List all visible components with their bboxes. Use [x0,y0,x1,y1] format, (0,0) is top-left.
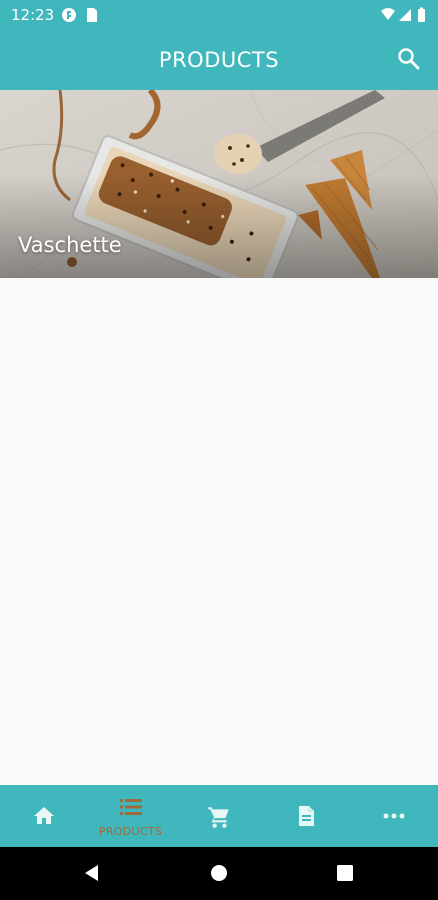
search-button[interactable] [394,44,424,74]
back-button[interactable] [82,863,102,887]
nav-products[interactable]: PRODUCTS [87,785,174,847]
app-bar: PRODUCTS [0,30,438,90]
sd-card-icon [87,8,97,22]
status-time: 12:23 [11,6,55,24]
cart-icon [207,807,229,828]
list-icon [119,799,142,815]
home-system-button[interactable] [210,864,228,886]
back-icon [85,865,98,881]
recents-icon [337,865,353,881]
nav-cart[interactable] [175,785,262,847]
nav-more[interactable] [350,785,437,847]
search-icon [398,48,420,70]
recents-button[interactable] [337,865,353,885]
battery-icon [418,9,425,22]
more-icon [383,813,404,819]
home-circle-icon [211,865,227,881]
notification-icons [62,7,106,23]
nav-home[interactable] [0,785,87,847]
app-notification-icon [62,8,76,22]
bottom-navigation: PRODUCTS [0,785,438,847]
document-icon [298,806,314,826]
system-navigation-bar [0,847,438,900]
system-status-icons [380,7,430,23]
status-bar: 12:23 [0,0,438,30]
signal-icon [399,9,411,21]
wifi-icon [381,8,395,20]
home-icon [33,807,54,824]
nav-products-label: PRODUCTS [98,825,163,838]
nav-documents[interactable] [262,785,349,847]
category-title: Vaschette [18,233,122,257]
page-title: PRODUCTS [158,48,280,72]
category-card-vaschette[interactable]: Vaschette [0,90,438,278]
